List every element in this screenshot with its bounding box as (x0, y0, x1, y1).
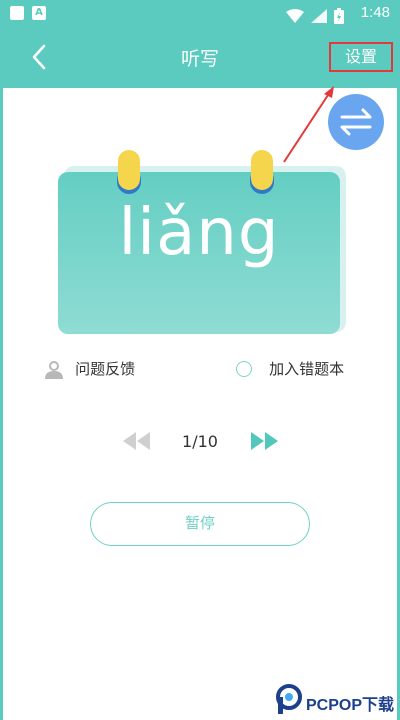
status-bar: A 1:48 (0, 0, 400, 28)
wrongbook-toggle[interactable]: 加入错题本 (236, 358, 344, 380)
notification-icon (10, 6, 24, 20)
feedback-label: 问题反馈 (75, 360, 136, 378)
wrongbook-label: 加入错题本 (269, 360, 345, 378)
prev-button[interactable] (120, 430, 152, 456)
app-notification-icon: A (32, 6, 46, 20)
battery-icon (334, 7, 344, 24)
rewind-icon (123, 432, 150, 450)
swap-arrows-icon (340, 108, 372, 136)
card-ring-left (117, 150, 141, 194)
feedback-button[interactable]: 问题反馈 (44, 358, 135, 380)
settings-button[interactable]: 设置 (329, 42, 393, 72)
card-ring-right (250, 150, 274, 194)
fast-forward-icon (251, 432, 278, 450)
user-feedback-icon (45, 360, 63, 379)
watermark-text: PCPOP下载 (306, 697, 395, 714)
radio-circle-icon (236, 360, 252, 377)
nav-bar: 听写 设置 (0, 28, 400, 88)
signal-icon (310, 8, 327, 23)
pause-button[interactable]: 暂停 (90, 502, 310, 546)
left-border (0, 88, 3, 720)
wifi-icon (285, 8, 304, 23)
swap-button[interactable] (328, 94, 384, 150)
pcpop-logo (276, 684, 302, 714)
status-time: 1:48 (360, 4, 390, 21)
progress-indicator: 1/10 (182, 432, 218, 451)
next-button[interactable] (249, 430, 281, 456)
pinyin-text: liǎng (118, 196, 280, 270)
